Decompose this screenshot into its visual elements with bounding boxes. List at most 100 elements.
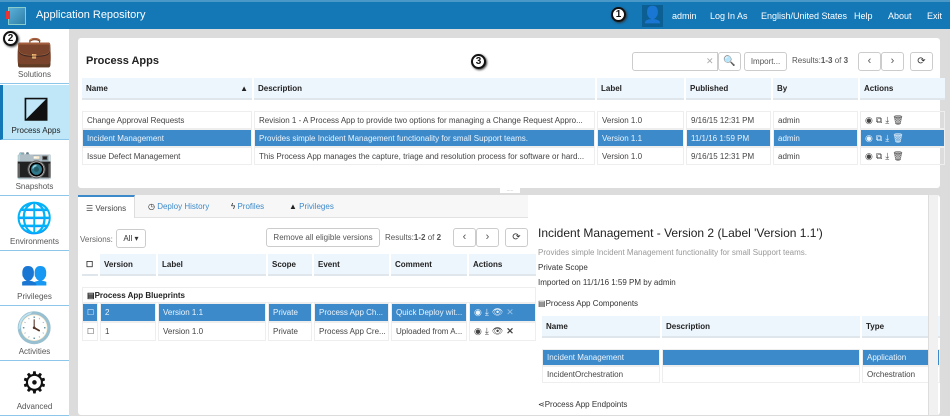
log-in-as-link[interactable]: Log In As: [710, 11, 748, 21]
cell-label: Version 1.1: [158, 303, 266, 322]
endpoints-heading[interactable]: ⋖Process App Endpoints: [538, 400, 627, 409]
help-link[interactable]: Help: [854, 11, 873, 21]
globe-icon: 🌐: [15, 202, 54, 235]
splitter-handle[interactable]: .....: [500, 188, 520, 193]
cell-name: IncidentOrchestration: [542, 366, 660, 383]
column-header-name[interactable]: Name ▲: [82, 78, 252, 100]
about-link[interactable]: About: [888, 11, 912, 21]
import-button[interactable]: Import...: [744, 52, 787, 71]
column-header-name[interactable]: Name: [542, 316, 660, 338]
row-actions[interactable]: ◉⤓👁✕: [469, 322, 536, 341]
sidebar-item-privileges[interactable]: 👥 Privileges: [0, 251, 69, 306]
language-link[interactable]: English/United States: [761, 11, 847, 21]
column-header-label[interactable]: Label: [597, 78, 684, 100]
row-actions[interactable]: ◉⧉⤓🗑: [860, 147, 945, 165]
detail-scope: Private Scope: [538, 263, 588, 272]
exit-link[interactable]: Exit: [927, 11, 942, 21]
table-row[interactable]: Incident Management Application: [542, 349, 940, 366]
cell-version: 2: [100, 303, 156, 322]
sidebar-item-advanced[interactable]: ⚙ Advanced: [0, 361, 69, 416]
page-title: Process Apps: [86, 55, 159, 67]
sidebar-item-snapshots[interactable]: 📷 Snapshots: [0, 141, 69, 196]
tab-profiles[interactable]: ϟ Profiles: [223, 195, 272, 218]
sidebar-item-process-apps[interactable]: ◪ Process Apps: [0, 85, 69, 140]
column-header-description[interactable]: Description: [254, 78, 595, 100]
column-header-description[interactable]: Description: [662, 316, 860, 338]
details-panel: ☰ Versions ◷ Deploy History ϟ Profiles ▲…: [78, 195, 940, 415]
user-avatar-icon[interactable]: 👤: [642, 5, 663, 27]
row-actions[interactable]: ◉⧉⤓🗑: [860, 129, 945, 147]
versions-filter-label: Versions:: [80, 235, 113, 244]
components-table: Name Description Type Incident Management A…: [540, 316, 942, 383]
row-actions[interactable]: ◉⧉⤓🗑: [860, 111, 945, 129]
database-icon: ▤: [87, 290, 95, 300]
callout-1: 1: [611, 7, 626, 22]
column-header-published[interactable]: Published: [686, 78, 771, 100]
sidebar-item-environments[interactable]: 🌐 Environments: [0, 196, 69, 251]
table-row[interactable]: ☐ 2 Version 1.1 Private Process App Ch... Qui…: [82, 303, 536, 322]
app-title: Application Repository: [36, 9, 146, 21]
scrollbar[interactable]: [928, 195, 938, 415]
tab-bar: ☰ Versions ◷ Deploy History ϟ Profiles ▲…: [78, 195, 528, 218]
column-header-actions: Actions: [860, 78, 945, 100]
app-header: Application Repository 1 👤 admin Log In …: [0, 0, 950, 29]
column-header-by[interactable]: By: [773, 78, 858, 100]
column-header-scope[interactable]: Scope: [268, 254, 312, 276]
versions-next-button[interactable]: ›: [476, 228, 499, 247]
remove-eligible-versions-button[interactable]: Remove all eligible versions: [266, 228, 380, 247]
cell-event: Process App Ch...: [314, 303, 389, 322]
cell-label: Version 1.1: [597, 129, 684, 147]
column-header-comment[interactable]: Comment: [391, 254, 467, 276]
cell-by: admin: [773, 129, 858, 147]
cell-scope: Private: [268, 303, 312, 322]
sidebar: 💼 Solutions ◪ Process Apps 📷 Snapshots 🌐 Env…: [0, 29, 69, 416]
select-all-checkbox[interactable]: ☐: [82, 254, 98, 276]
share-icon: ⋖: [538, 400, 545, 409]
tab-versions[interactable]: ☰ Versions: [78, 195, 136, 218]
detail-description: Provides simple Incident Management func…: [538, 248, 808, 257]
gear-icon: ⚙: [21, 367, 48, 400]
versions-prev-button[interactable]: ‹: [453, 228, 476, 247]
user-name[interactable]: admin: [672, 11, 697, 21]
process-apps-panel: Process Apps 3 ✕ 🔍 Import... Results:1-3…: [78, 38, 945, 188]
column-header-version[interactable]: Version: [100, 254, 156, 276]
tab-deploy-history[interactable]: ◷ Deploy History: [140, 195, 217, 218]
prev-page-button[interactable]: ‹: [858, 52, 881, 71]
table-row[interactable]: ☐ 1 Version 1.0 Private Process App Cre... Up…: [82, 322, 536, 341]
clock-icon: ◷: [148, 202, 158, 211]
table-row[interactable]: Change Approval Requests Revision 1 - A P…: [82, 111, 945, 129]
cell-comment: Quick Deploy wit...: [391, 303, 467, 322]
cell-scope: Private: [268, 322, 312, 341]
sidebar-item-activities[interactable]: 🕓 Activities: [0, 306, 69, 361]
cell-description: This Process App manages the capture, tr…: [254, 147, 595, 165]
users-icon: ▲: [289, 202, 300, 211]
column-header-event[interactable]: Event: [314, 254, 389, 276]
versions-filter-dropdown[interactable]: All ▾: [116, 229, 146, 248]
sort-asc-icon: ▲: [240, 83, 248, 93]
cell-by: admin: [773, 111, 858, 129]
table-row[interactable]: IncidentOrchestration Orchestration: [542, 366, 940, 383]
process-apps-table: Name ▲ Description Label Published By Actions …: [80, 78, 947, 165]
cell-version: 1: [100, 322, 156, 341]
cell-description: [662, 349, 860, 366]
table-row[interactable]: Incident Management Provides simple Incid…: [82, 129, 945, 147]
database-icon: ▤: [538, 299, 546, 308]
versions-results-count: Results:1-2 of 2: [385, 233, 442, 242]
detail-title: Incident Management - Version 2 (Label '…: [538, 226, 823, 240]
column-header-label[interactable]: Label: [158, 254, 266, 276]
column-header-actions: Actions: [469, 254, 536, 276]
next-page-button[interactable]: ›: [881, 52, 904, 71]
cell-name: Change Approval Requests: [82, 111, 252, 129]
row-actions[interactable]: ◉⤓👁✕: [469, 303, 536, 322]
clear-search-icon[interactable]: ✕: [706, 56, 714, 67]
cell-published: 9/16/15 12:31 PM: [686, 111, 771, 129]
tab-privileges[interactable]: ▲ Privileges: [281, 195, 342, 218]
row-checkbox[interactable]: ☐: [82, 322, 98, 341]
row-checkbox[interactable]: ☐: [82, 303, 98, 322]
refresh-button[interactable]: ⟳: [910, 52, 933, 71]
search-button[interactable]: 🔍: [718, 52, 741, 71]
versions-refresh-button[interactable]: ⟳: [505, 228, 528, 247]
detail-imported: Imported on 11/1/16 1:59 PM by admin: [538, 278, 676, 287]
cell-description: Provides simple Incident Management func…: [254, 129, 595, 147]
table-row[interactable]: Issue Defect Management This Process App …: [82, 147, 945, 165]
